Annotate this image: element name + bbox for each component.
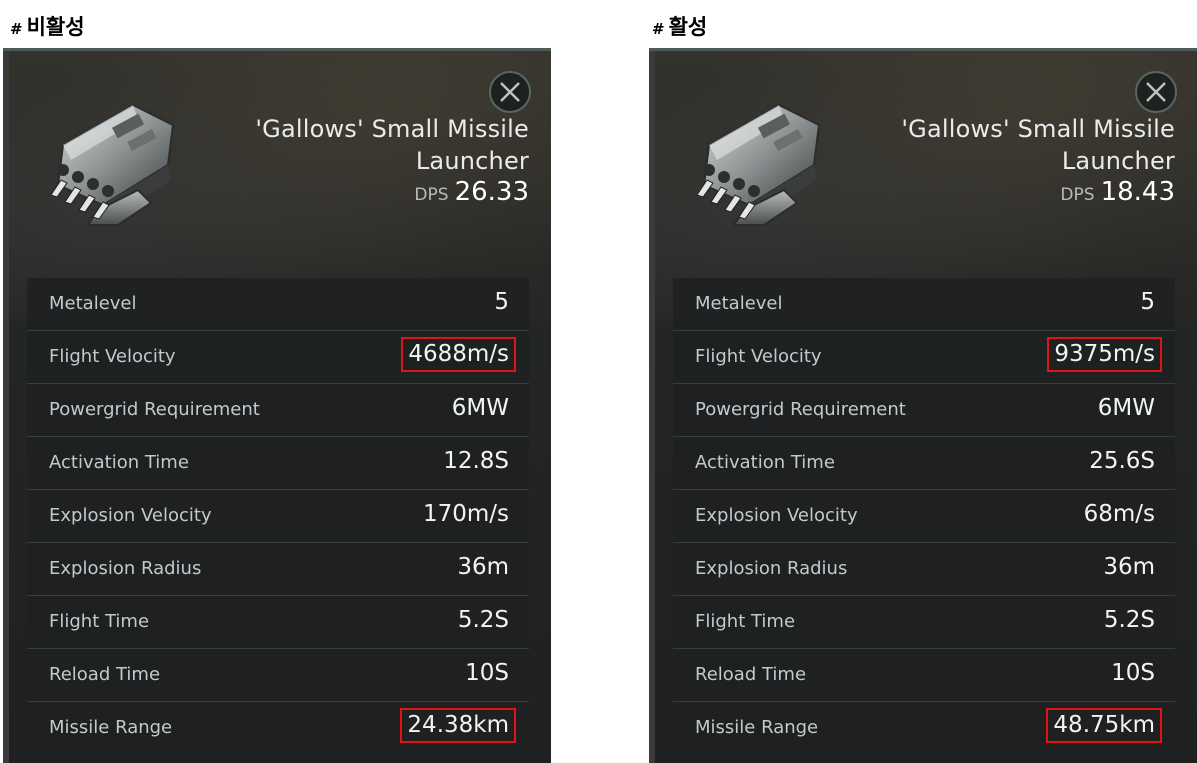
stat-value: 68m/s bbox=[1083, 501, 1155, 527]
stat-value: 36m bbox=[1103, 554, 1155, 580]
stat-label: Metalevel bbox=[695, 293, 783, 314]
dps-value: 26.33 bbox=[454, 177, 529, 207]
stat-value: 5 bbox=[494, 289, 509, 315]
stat-value-highlighted: 4688m/s bbox=[401, 337, 516, 372]
item-name: 'Gallows' Small Missile Launcher bbox=[901, 115, 1175, 175]
stat-value: 25.6S bbox=[1089, 448, 1155, 474]
stat-value: 5 bbox=[1140, 289, 1155, 315]
item-info-panel-inactive: 'Gallows' Small Missile Launcher DPS 26.3… bbox=[3, 48, 551, 763]
hash-mark: # bbox=[10, 20, 23, 38]
stat-label: Flight Velocity bbox=[49, 346, 176, 367]
stat-row-explosion-radius: Explosion Radius 36m bbox=[27, 543, 529, 596]
stat-value: 5.2S bbox=[1103, 607, 1155, 633]
section-title: 비활성 bbox=[26, 15, 85, 39]
stat-row-flight-velocity: Flight Velocity 4688m/s bbox=[27, 331, 529, 384]
stat-label: Missile Range bbox=[49, 717, 173, 738]
close-icon bbox=[1146, 82, 1166, 102]
item-info-panel-active: 'Gallows' Small Missile Launcher DPS 18.4… bbox=[649, 48, 1197, 763]
stat-label: Reload Time bbox=[695, 664, 807, 685]
stat-row-activation-time: Activation Time 25.6S bbox=[673, 437, 1175, 490]
stat-value: 10S bbox=[465, 660, 509, 686]
stat-row-powergrid: Powergrid Requirement 6MW bbox=[673, 384, 1175, 437]
item-name: 'Gallows' Small Missile Launcher bbox=[255, 115, 529, 175]
stat-value: 6MW bbox=[451, 395, 509, 421]
missile-launcher-icon bbox=[50, 103, 175, 226]
stat-row-powergrid: Powergrid Requirement 6MW bbox=[27, 384, 529, 437]
section-label-active: # 활성 bbox=[652, 14, 707, 42]
stat-value-highlighted: 48.75km bbox=[1046, 708, 1162, 743]
stat-row-explosion-velocity: Explosion Velocity 68m/s bbox=[673, 490, 1175, 543]
stat-row-missile-range: Missile Range 24.38km bbox=[27, 702, 529, 755]
stat-label: Flight Time bbox=[49, 611, 150, 632]
stat-row-reload-time: Reload Time 10S bbox=[27, 649, 529, 702]
stat-row-metalevel: Metalevel 5 bbox=[673, 278, 1175, 331]
stat-label: Metalevel bbox=[49, 293, 137, 314]
stat-value: 12.8S bbox=[443, 448, 509, 474]
stat-row-flight-time: Flight Time 5.2S bbox=[673, 596, 1175, 649]
stat-label: Explosion Radius bbox=[49, 558, 202, 579]
stat-value-highlighted: 24.38km bbox=[400, 708, 516, 743]
section-label-inactive: # 비활성 bbox=[10, 14, 85, 42]
panel-edge bbox=[3, 51, 9, 763]
section-title: 활성 bbox=[668, 15, 708, 39]
stat-row-flight-time: Flight Time 5.2S bbox=[27, 596, 529, 649]
stat-value: 6MW bbox=[1097, 395, 1155, 421]
close-icon bbox=[500, 82, 520, 102]
stat-value: 36m bbox=[457, 554, 509, 580]
stat-row-reload-time: Reload Time 10S bbox=[673, 649, 1175, 702]
stat-label: Explosion Velocity bbox=[49, 505, 212, 526]
stat-label: Flight Velocity bbox=[695, 346, 822, 367]
dps-label: DPS bbox=[414, 185, 449, 205]
stat-label: Missile Range bbox=[695, 717, 819, 738]
stat-label: Reload Time bbox=[49, 664, 161, 685]
dps-display: DPS 26.33 bbox=[414, 177, 529, 207]
stat-row-activation-time: Activation Time 12.8S bbox=[27, 437, 529, 490]
stat-row-explosion-radius: Explosion Radius 36m bbox=[673, 543, 1175, 596]
stat-label: Powergrid Requirement bbox=[49, 399, 260, 420]
stat-label: Activation Time bbox=[695, 452, 835, 473]
stat-value: 10S bbox=[1111, 660, 1155, 686]
stat-label: Activation Time bbox=[49, 452, 189, 473]
stat-label: Powergrid Requirement bbox=[695, 399, 906, 420]
stat-label: Explosion Velocity bbox=[695, 505, 858, 526]
dps-display: DPS 18.43 bbox=[1060, 177, 1175, 207]
stat-label: Flight Time bbox=[695, 611, 796, 632]
stat-row-metalevel: Metalevel 5 bbox=[27, 278, 529, 331]
panel-edge bbox=[649, 51, 655, 763]
close-button[interactable] bbox=[1135, 71, 1177, 113]
stat-row-flight-velocity: Flight Velocity 9375m/s bbox=[673, 331, 1175, 384]
stat-value: 5.2S bbox=[457, 607, 509, 633]
dps-label: DPS bbox=[1060, 185, 1095, 205]
stats-table: Metalevel 5 Flight Velocity 4688m/s Powe… bbox=[27, 278, 529, 755]
hash-mark: # bbox=[652, 20, 665, 38]
stat-label: Explosion Radius bbox=[695, 558, 848, 579]
missile-launcher-icon bbox=[696, 103, 821, 226]
stats-table: Metalevel 5 Flight Velocity 9375m/s Powe… bbox=[673, 278, 1175, 755]
stat-value-highlighted: 9375m/s bbox=[1047, 337, 1162, 372]
close-button[interactable] bbox=[489, 71, 531, 113]
stat-row-missile-range: Missile Range 48.75km bbox=[673, 702, 1175, 755]
stat-value: 170m/s bbox=[422, 501, 509, 527]
stat-row-explosion-velocity: Explosion Velocity 170m/s bbox=[27, 490, 529, 543]
dps-value: 18.43 bbox=[1100, 177, 1175, 207]
